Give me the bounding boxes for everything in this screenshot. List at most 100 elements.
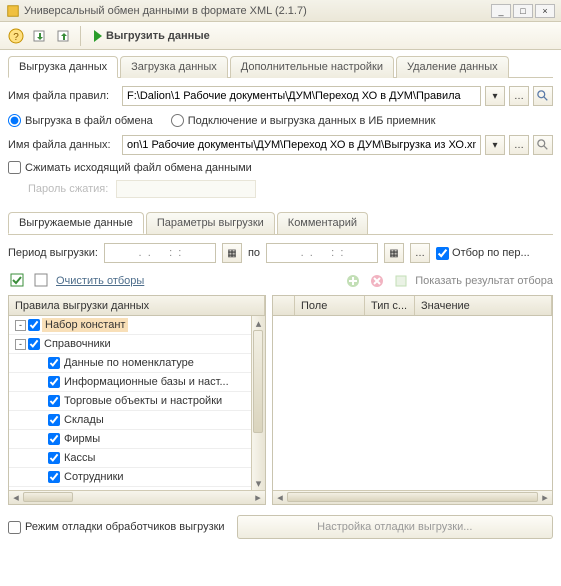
tree-row-checkbox[interactable] — [48, 357, 60, 369]
compress-label[interactable]: Сжимать исходящий файл обмена данными — [25, 162, 252, 174]
tree-row-checkbox[interactable] — [48, 395, 60, 407]
filter-props-button[interactable] — [391, 271, 411, 291]
period-filter-check[interactable]: Отбор по пер... — [436, 247, 530, 260]
debug-mode-check[interactable]: Режим отладки обработчиков выгрузки — [8, 521, 225, 534]
scroll-left-icon[interactable]: ◂ — [273, 491, 287, 504]
data-browse-button[interactable]: … — [509, 135, 529, 155]
close-button[interactable]: × — [535, 4, 555, 18]
tree-row-checkbox[interactable] — [48, 433, 60, 445]
tree-expander-icon[interactable]: - — [15, 320, 26, 331]
rules-search-button[interactable] — [533, 86, 553, 106]
app-icon — [6, 4, 20, 18]
radio-connect-ib-input[interactable] — [171, 114, 184, 127]
tab-delete[interactable]: Удаление данных — [396, 56, 509, 78]
scroll-down-icon[interactable]: ▾ — [252, 476, 265, 490]
rules-dropdown-button[interactable]: ▾ — [485, 86, 505, 106]
tree-row[interactable]: Информационные базы и наст... — [9, 373, 265, 392]
save-button[interactable] — [54, 26, 74, 46]
compress-checkbox[interactable] — [8, 161, 21, 174]
compress-pw-label: Пароль сжатия: — [28, 183, 108, 195]
scroll-thumb-h[interactable] — [23, 492, 73, 502]
period-label: Период выгрузки: — [8, 247, 98, 259]
period-filter-checkbox[interactable] — [436, 247, 449, 260]
radio-export-file[interactable]: Выгрузка в файл обмена — [8, 114, 153, 127]
check-all-button[interactable] — [8, 271, 28, 291]
tree-row-checkbox[interactable] — [28, 338, 40, 350]
tree-row-checkbox[interactable] — [48, 452, 60, 464]
load-button[interactable] — [30, 26, 50, 46]
tree-row[interactable]: Склады — [9, 411, 265, 430]
tab-import[interactable]: Загрузка данных — [120, 56, 228, 78]
period-to-calendar[interactable]: ▦ — [384, 243, 404, 263]
tree-row-checkbox[interactable] — [48, 376, 60, 388]
scroll-thumb-h[interactable] — [287, 492, 538, 502]
rules-tree-grid[interactable]: Правила выгрузки данных -Набор констант-… — [8, 295, 266, 505]
tree-row[interactable]: Торговые объекты и настройки — [9, 392, 265, 411]
period-from-calendar[interactable]: ▦ — [222, 243, 242, 263]
tree-expander-icon[interactable]: - — [15, 339, 26, 350]
filter-scroll-h[interactable]: ◂ ▸ — [273, 490, 552, 504]
tree-row[interactable]: Данные по номенклатуре — [9, 354, 265, 373]
rules-tree-header: Правила выгрузки данных — [9, 296, 265, 315]
minimize-button[interactable]: _ — [491, 4, 511, 18]
scroll-left-icon[interactable]: ◂ — [9, 491, 23, 504]
svg-text:?: ? — [13, 32, 19, 43]
clear-filters-link[interactable]: Очистить отборы — [56, 275, 144, 287]
tree-row-label: Набор констант — [42, 318, 128, 332]
filter-grid[interactable]: Поле Тип с... Значение ◂ ▸ — [272, 295, 553, 505]
rules-scroll-h[interactable]: ◂ ▸ — [9, 490, 265, 504]
subtab-comment[interactable]: Комментарий — [277, 212, 368, 234]
export-data-button[interactable]: Выгрузить данные — [87, 27, 217, 45]
radio-connect-ib[interactable]: Подключение и выгрузка данных в ИБ прием… — [171, 114, 436, 127]
data-search-button[interactable] — [533, 135, 553, 155]
help-button[interactable]: ? — [6, 26, 26, 46]
scroll-right-icon[interactable]: ▸ — [251, 491, 265, 504]
debug-mode-checkbox[interactable] — [8, 521, 21, 534]
uncheck-all-button[interactable] — [32, 271, 52, 291]
tree-row-label: Склады — [62, 414, 104, 426]
add-filter-button[interactable] — [343, 271, 363, 291]
filter-col-value: Значение — [415, 296, 552, 315]
tree-row[interactable]: Кассы — [9, 449, 265, 468]
data-dropdown-button[interactable]: ▾ — [485, 135, 505, 155]
rules-scroll-v[interactable]: ▴ ▾ — [251, 316, 265, 490]
rules-file-input[interactable] — [122, 86, 481, 106]
scroll-right-icon[interactable]: ▸ — [538, 491, 552, 504]
tree-row-label: Информационные базы и наст... — [62, 376, 229, 388]
rules-file-label: Имя файла правил: — [8, 90, 118, 102]
remove-filter-button[interactable] — [367, 271, 387, 291]
subtab-data[interactable]: Выгружаемые данные — [8, 212, 144, 234]
tree-row-checkbox[interactable] — [48, 414, 60, 426]
period-from-input[interactable] — [104, 243, 216, 263]
play-icon — [94, 30, 102, 42]
main-toolbar: ? Выгрузить данные — [0, 22, 561, 50]
tree-row[interactable]: Фирмы — [9, 430, 265, 449]
tree-row-label: Справочники — [42, 338, 111, 350]
tree-row-checkbox[interactable] — [28, 319, 40, 331]
maximize-button[interactable]: □ — [513, 4, 533, 18]
scroll-up-icon[interactable]: ▴ — [252, 316, 265, 330]
tree-row[interactable]: - Справочники — [9, 335, 265, 354]
radio-export-file-input[interactable] — [8, 114, 21, 127]
data-file-input[interactable] — [122, 135, 481, 155]
debug-settings-button[interactable]: Настройка отладки выгрузки... — [237, 515, 553, 539]
data-file-label: Имя файла данных: — [8, 139, 118, 151]
tree-row-checkbox[interactable] — [48, 471, 60, 483]
scroll-thumb-v[interactable] — [253, 330, 263, 433]
period-to-input[interactable] — [266, 243, 378, 263]
export-label: Выгрузить данные — [106, 30, 210, 42]
subtab-params[interactable]: Параметры выгрузки — [146, 212, 275, 234]
period-to-label: по — [248, 247, 260, 259]
filter-col-check — [273, 296, 295, 315]
tree-row-label: Данные по номенклатуре — [62, 357, 194, 369]
filter-col-type: Тип с... — [365, 296, 415, 315]
rules-browse-button[interactable]: … — [509, 86, 529, 106]
tree-row[interactable]: Сотрудники — [9, 468, 265, 487]
tree-row[interactable]: - Набор констант — [9, 316, 265, 335]
tab-export[interactable]: Выгрузка данных — [8, 56, 118, 78]
separator — [80, 26, 81, 46]
period-pick-button[interactable]: … — [410, 243, 430, 263]
titlebar: Универсальный обмен данными в формате XM… — [0, 0, 561, 22]
tab-settings[interactable]: Дополнительные настройки — [230, 56, 394, 78]
filter-col-field: Поле — [295, 296, 365, 315]
